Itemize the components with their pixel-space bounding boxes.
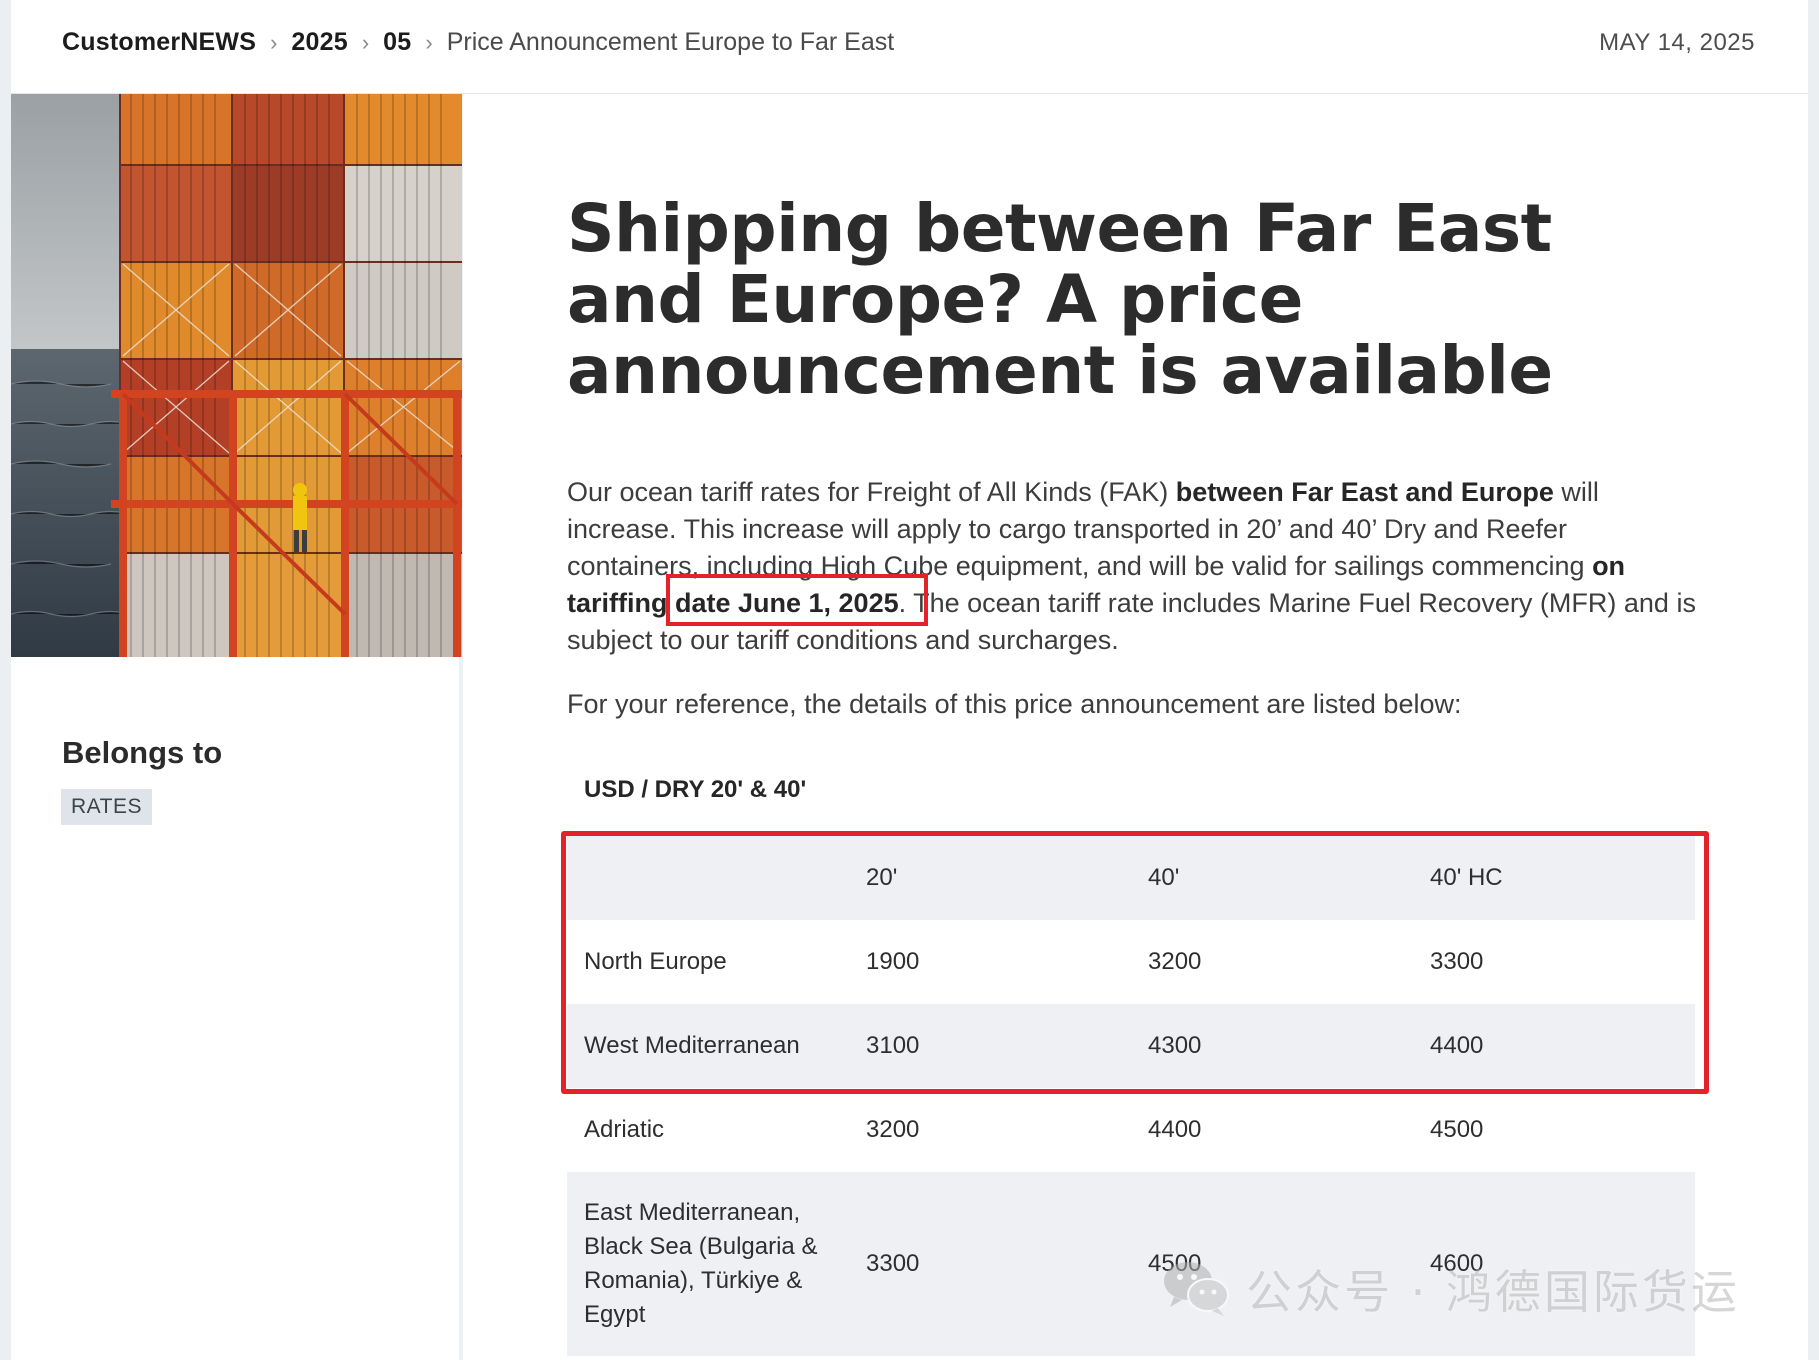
region-cell: Adriatic	[584, 1116, 665, 1143]
rate-cell: 4400	[1148, 1116, 1202, 1143]
region-cell: East Mediterranean, Black Sea (Bulgaria …	[584, 1199, 818, 1328]
breadcrumb-year[interactable]: 2025	[291, 28, 347, 57]
rate-cell: 3300	[866, 1250, 920, 1277]
table-caption: USD / DRY 20' & 40'	[584, 776, 807, 803]
article-paragraph-1: Our ocean tariff rates for Freight of Al…	[567, 474, 1702, 659]
table-highlight-box	[561, 831, 1709, 1094]
chevron-right-icon: ›	[270, 29, 278, 55]
breadcrumb: CustomerNEWS › 2025 › 05 › Price Announc…	[62, 28, 894, 57]
table-row: Adriatic 3200 4400 4500	[567, 1088, 1695, 1172]
top-bar: CustomerNEWS › 2025 › 05 › Price Announc…	[11, 0, 1808, 94]
breadcrumb-customernews[interactable]: CustomerNEWS	[62, 28, 256, 57]
article-title: Shipping between Far East and Europe? A …	[567, 190, 1553, 409]
left-gutter	[0, 0, 11, 1360]
date-highlight-box	[666, 574, 928, 626]
chevron-right-icon: ›	[361, 29, 370, 55]
page: CustomerNEWS › 2025 › 05 › Price Announc…	[0, 0, 1819, 1360]
article-paragraph-2: For your reference, the details of this …	[567, 689, 1462, 719]
breadcrumb-current: Price Announcement Europe to Far East	[446, 28, 895, 56]
right-gutter	[1808, 0, 1819, 1360]
watermark-text: 公众号 · 鸿德国际货运	[1246, 1265, 1740, 1319]
para1-bold-1: between Far East and Europe	[1175, 477, 1554, 507]
belongs-to-heading: Belongs to	[62, 735, 223, 770]
watermark: 公众号 · 鸿德国际货运	[1160, 1252, 1740, 1326]
rate-cell: 3200	[866, 1116, 920, 1143]
publish-date: MAY 14, 2025	[1599, 29, 1755, 56]
chevron-right-icon: ›	[425, 29, 433, 55]
rate-cell: 4500	[1430, 1116, 1484, 1143]
hero-image	[11, 94, 462, 657]
wechat-icon	[1160, 1257, 1232, 1322]
breadcrumb-month[interactable]: 05	[383, 28, 411, 57]
para1-text-1: Our ocean tariff rates for Freight of Al…	[567, 477, 1176, 507]
category-tag-rates[interactable]: RATES	[61, 789, 152, 825]
